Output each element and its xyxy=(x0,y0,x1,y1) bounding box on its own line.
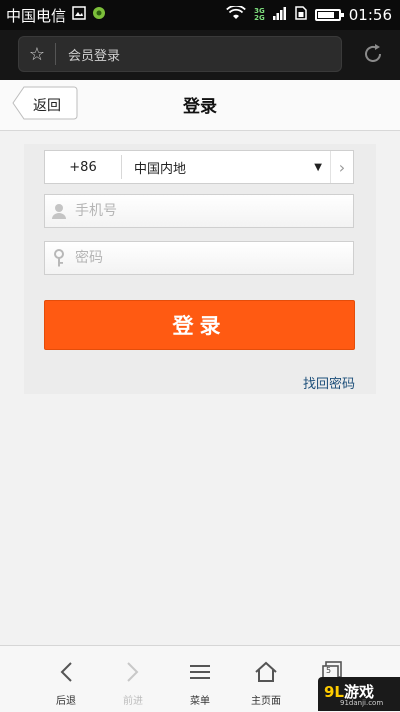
network-type-indicator: 3G 2G xyxy=(254,8,265,22)
bookmark-star-icon[interactable]: ☆ xyxy=(19,44,55,65)
key-icon xyxy=(45,249,73,267)
toolbar-home-button[interactable]: 主页面 xyxy=(236,646,296,712)
phone-input[interactable] xyxy=(73,195,353,227)
user-icon xyxy=(45,203,73,219)
password-input[interactable] xyxy=(73,242,353,274)
password-field[interactable] xyxy=(44,241,354,275)
toolbar-back-button[interactable]: 后退 xyxy=(36,646,96,712)
reload-icon[interactable] xyxy=(360,42,386,68)
browser-toolbar: ☆ 会员登录 xyxy=(0,30,400,80)
site-watermark: 9L游戏 91danji.com xyxy=(318,677,400,711)
toolbar-forward-button[interactable]: 前进 xyxy=(103,646,163,712)
country-code: +86 xyxy=(69,159,97,175)
dropdown-caret-icon: ▼ xyxy=(314,161,322,173)
menu-icon xyxy=(170,660,230,684)
toolbar-home-label: 主页面 xyxy=(251,696,281,707)
toolbar-back-label: 后退 xyxy=(56,696,76,707)
forgot-password-link[interactable]: 找回密码 xyxy=(303,373,355,392)
toolbar-menu-button[interactable]: 菜单 xyxy=(170,646,230,712)
back-arrow-icon xyxy=(36,660,96,684)
login-form: +86 中国内地 ▼ › 登录 找回密码 xyxy=(24,144,376,394)
page-header: 返回 登录 xyxy=(0,80,400,131)
home-icon xyxy=(236,660,296,684)
sim-icon xyxy=(295,6,307,24)
status-bar: 中国电信 3G 2G 01:56 xyxy=(0,0,400,30)
address-text[interactable]: 会员登录 xyxy=(68,45,120,64)
app-notification-icon xyxy=(92,6,106,24)
network-tag-bottom: 2G xyxy=(254,14,265,22)
address-bar[interactable]: ☆ 会员登录 xyxy=(18,36,342,72)
toolbar-forward-label: 前进 xyxy=(123,696,143,707)
chevron-right-icon[interactable]: › xyxy=(330,151,353,183)
watermark-url: 91danji.com xyxy=(340,699,384,707)
signal-icon xyxy=(272,6,287,24)
country-divider xyxy=(121,155,122,179)
forward-arrow-icon xyxy=(103,660,163,684)
wifi-icon xyxy=(226,4,246,24)
carrier-name: 中国电信 xyxy=(6,6,67,25)
phone-field[interactable] xyxy=(44,194,354,228)
address-divider xyxy=(55,43,56,65)
country-selector[interactable]: +86 中国内地 ▼ › xyxy=(44,150,354,184)
tab-count: 5 xyxy=(326,666,332,675)
toolbar-menu-label: 菜单 xyxy=(190,696,210,707)
battery-level xyxy=(317,12,334,18)
image-notification-icon xyxy=(72,6,86,24)
clock: 01:56 xyxy=(348,6,392,24)
country-name: 中国内地 xyxy=(134,161,187,177)
page-title: 登录 xyxy=(183,97,217,117)
login-button[interactable]: 登录 xyxy=(44,300,355,350)
battery-icon xyxy=(314,9,344,21)
